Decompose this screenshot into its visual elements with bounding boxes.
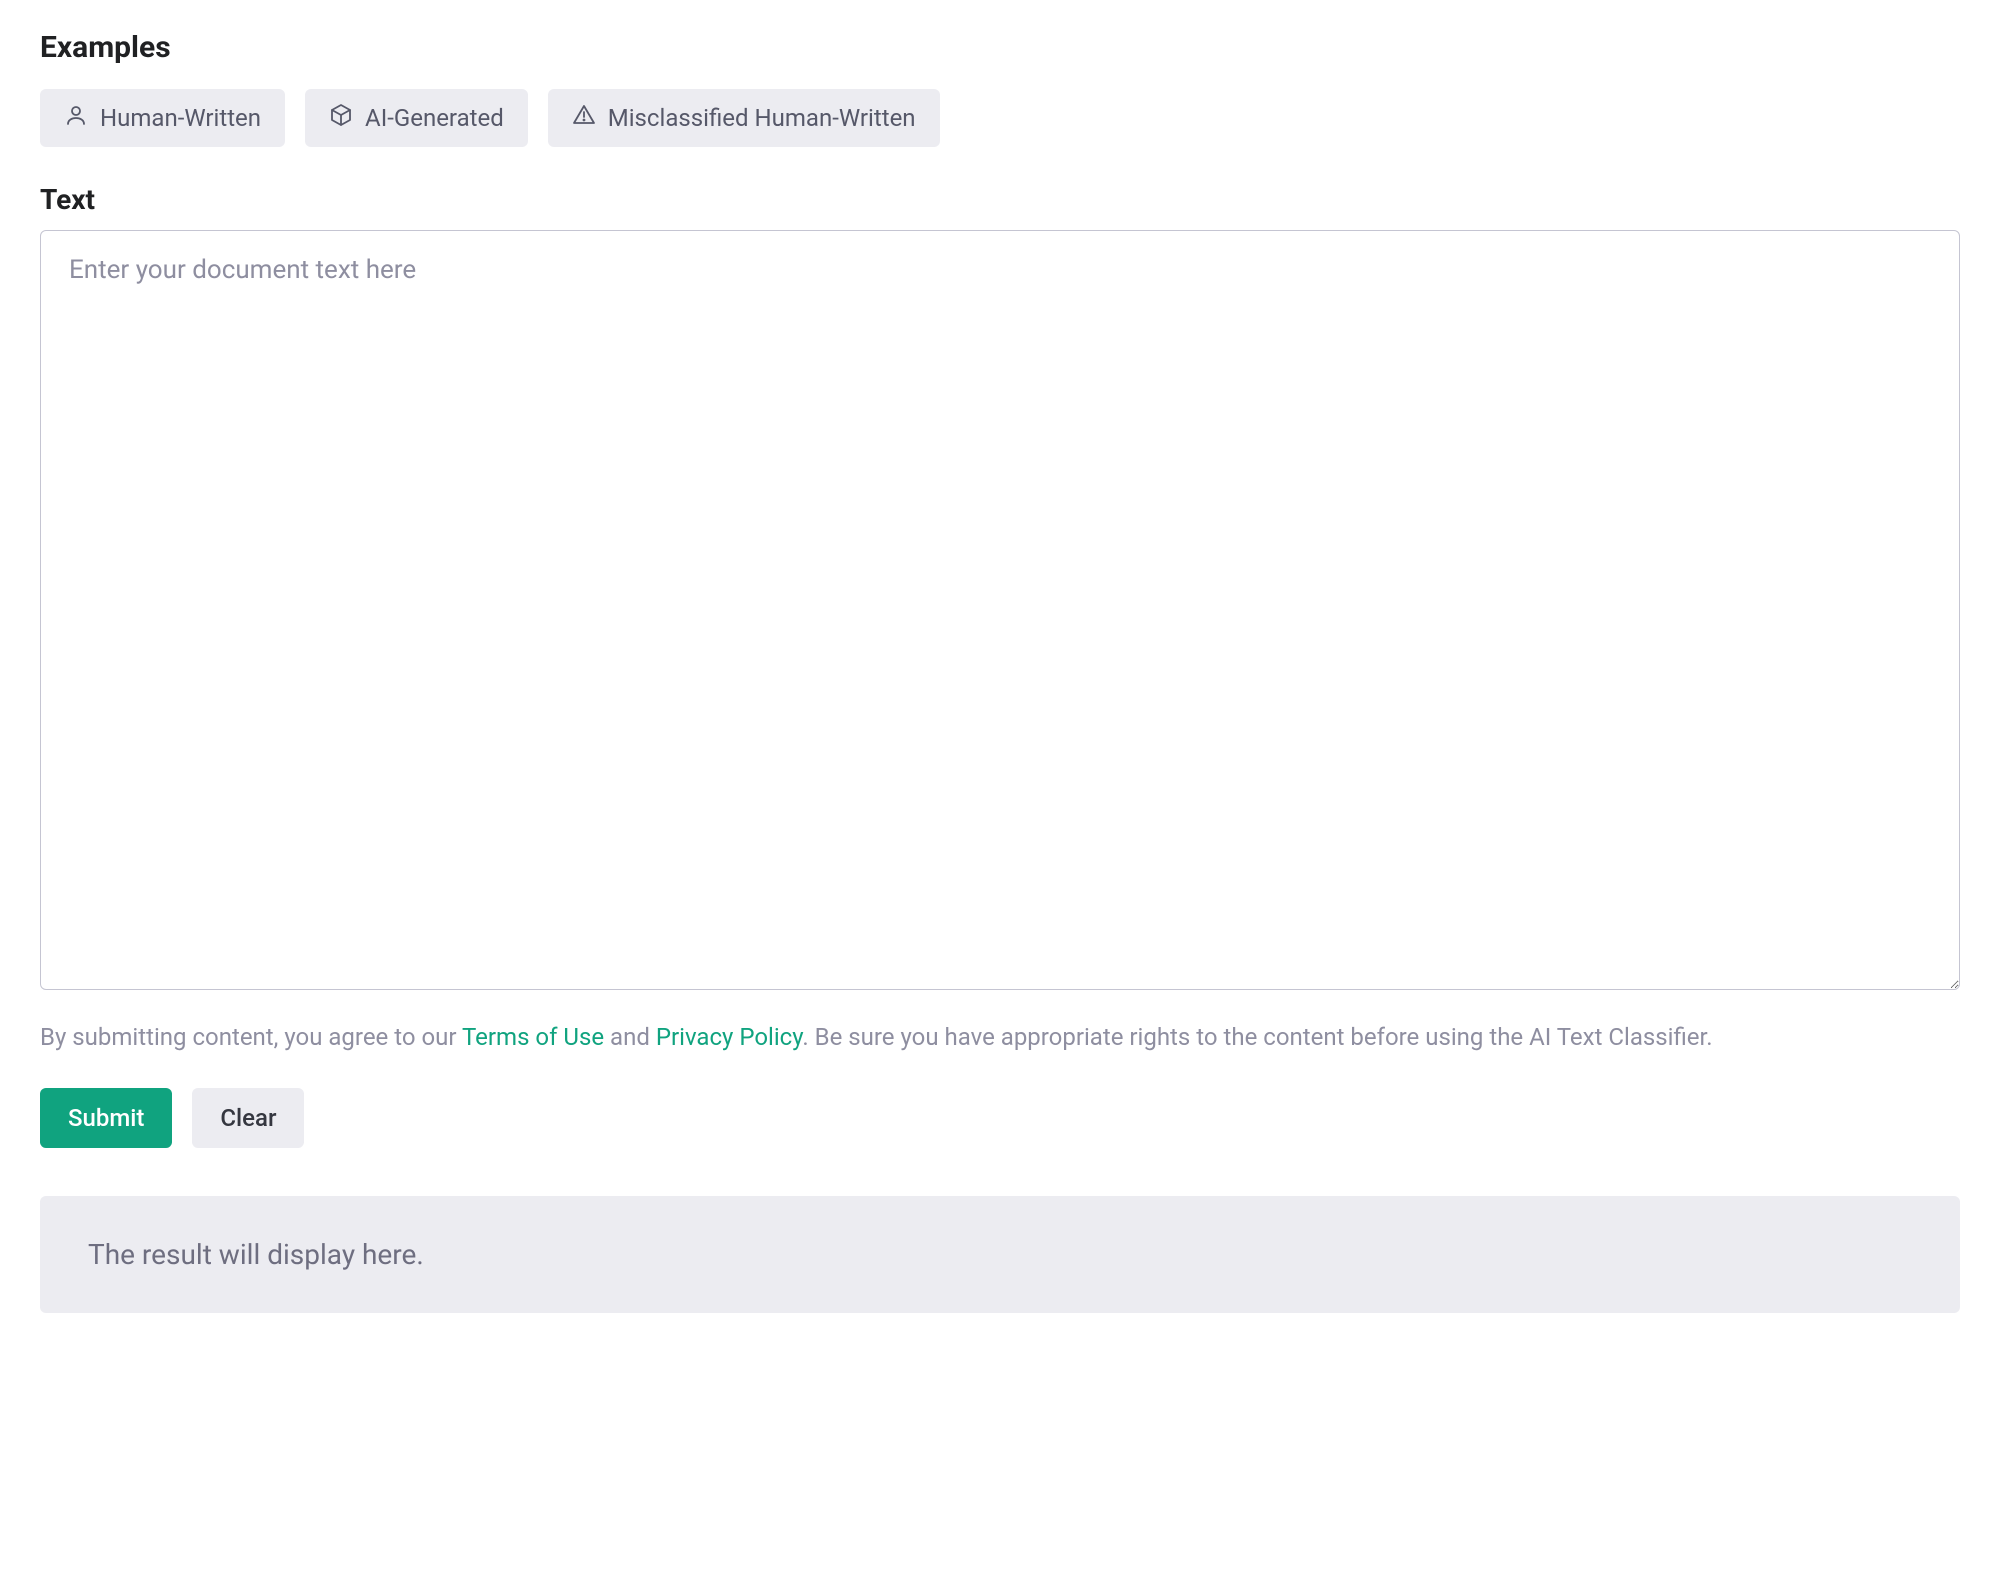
consent-prefix: By submitting content, you agree to our [40,1023,462,1051]
example-label: Misclassified Human-Written [608,104,916,132]
example-label: AI-Generated [365,104,504,132]
example-misclassified-button[interactable]: Misclassified Human-Written [548,89,940,147]
cube-icon [329,103,353,133]
warning-icon [572,103,596,133]
consent-text: By submitting content, you agree to our … [40,1018,1960,1058]
consent-mid: and [604,1023,656,1051]
clear-button[interactable]: Clear [192,1088,304,1148]
submit-button[interactable]: Submit [40,1088,172,1148]
main-container: Examples Human-Written AI-Generated [40,30,1960,1313]
example-label: Human-Written [100,104,261,132]
text-label: Text [40,183,1960,216]
result-placeholder-text: The result will display here. [88,1238,424,1271]
consent-suffix: . Be sure you have appropriate rights to… [802,1023,1712,1051]
examples-heading: Examples [40,30,1960,65]
example-ai-generated-button[interactable]: AI-Generated [305,89,528,147]
person-icon [64,103,88,133]
example-buttons-row: Human-Written AI-Generated Misclassi [40,89,1960,147]
example-human-written-button[interactable]: Human-Written [40,89,285,147]
result-box: The result will display here. [40,1196,1960,1313]
action-buttons-row: Submit Clear [40,1088,1960,1148]
terms-of-use-link[interactable]: Terms of Use [462,1023,604,1051]
document-text-input[interactable] [40,230,1960,990]
privacy-policy-link[interactable]: Privacy Policy [656,1023,803,1051]
